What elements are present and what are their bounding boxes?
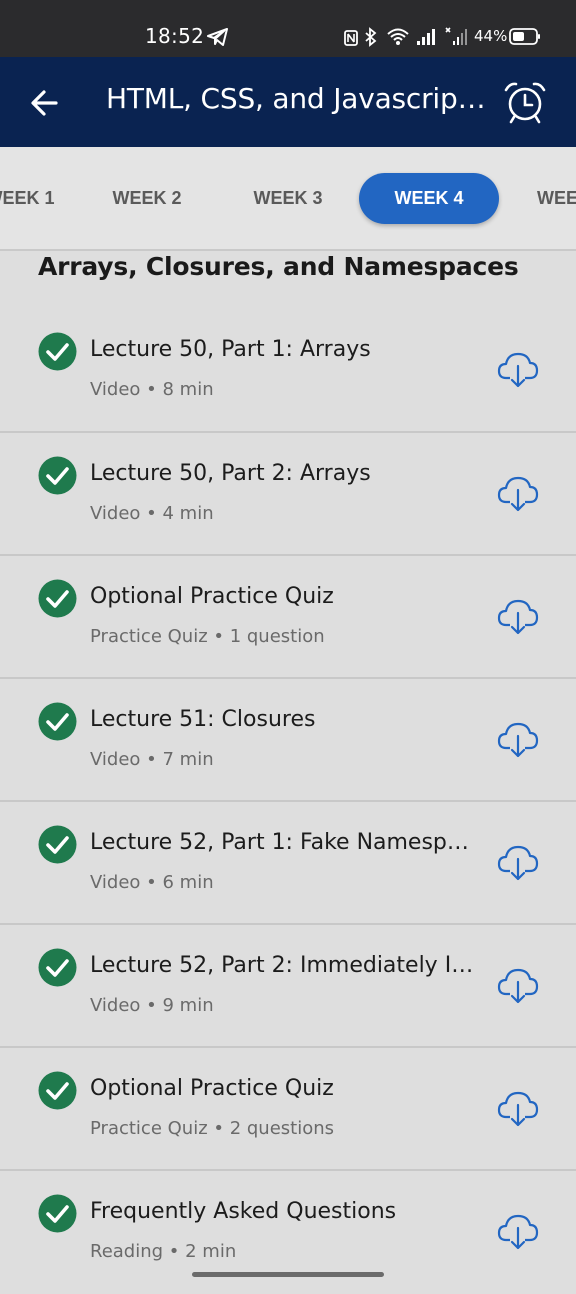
signal-no-sim-icon: [445, 27, 467, 45]
list-item[interactable]: Lecture 50, Part 1: Arrays Video • 8 min: [0, 309, 576, 433]
item-subtitle: Practice Quiz • 1 question: [90, 626, 325, 647]
cloud-download-icon[interactable]: [497, 965, 539, 1005]
list-item[interactable]: Lecture 51: Closures Video • 7 min: [0, 679, 576, 802]
item-title: Lecture 52, Part 2: Immediately Inv...: [90, 953, 480, 978]
battery-percent: 44%: [474, 27, 508, 45]
list-item[interactable]: Optional Practice Quiz Practice Quiz • 1…: [0, 556, 576, 679]
cloud-download-icon[interactable]: [497, 349, 539, 389]
check-circle-icon: [38, 332, 77, 371]
check-circle-icon: [38, 825, 77, 864]
cloud-download-icon[interactable]: [497, 596, 539, 636]
item-subtitle: Practice Quiz • 2 questions: [90, 1118, 335, 1139]
cloud-download-icon[interactable]: [497, 1088, 539, 1128]
item-title: Optional Practice Quiz: [90, 1076, 334, 1101]
item-subtitle: Video • 9 min: [90, 995, 214, 1016]
course-title: HTML, CSS, and Javascript f...: [106, 82, 488, 115]
section-title: Arrays, Closures, and Namespaces: [38, 252, 519, 281]
tab-week-5[interactable]: WEEK 5: [520, 173, 576, 224]
alarm-clock-icon: [504, 82, 546, 124]
item-title: Lecture 52, Part 1: Fake Namespaces: [90, 830, 480, 855]
check-circle-icon: [38, 456, 77, 495]
item-title: Lecture 50, Part 1: Arrays: [90, 337, 371, 362]
check-circle-icon: [38, 1071, 77, 1110]
status-bar: 18:52 44%: [0, 0, 576, 57]
back-button[interactable]: [22, 80, 68, 126]
cloud-download-icon[interactable]: [497, 473, 539, 513]
item-title: Optional Practice Quiz: [90, 584, 334, 609]
item-title: Frequently Asked Questions: [90, 1199, 397, 1224]
tab-week-3[interactable]: WEEK 3: [238, 173, 338, 224]
check-circle-icon: [38, 702, 77, 741]
tab-week-2[interactable]: WEEK 2: [97, 173, 197, 224]
week-tabs: WEEK 1 WEEK 2 WEEK 3 WEEK 4 WEEK 5: [0, 147, 576, 251]
cloud-download-icon[interactable]: [497, 719, 539, 759]
signal-icon: [417, 29, 435, 45]
tab-week-4[interactable]: WEEK 4: [359, 173, 499, 224]
check-circle-icon: [38, 579, 77, 618]
app-bar: HTML, CSS, and Javascript f...: [0, 57, 576, 147]
list-item[interactable]: Lecture 50, Part 2: Arrays Video • 4 min: [0, 433, 576, 556]
cloud-download-icon[interactable]: [497, 842, 539, 882]
tab-week-1[interactable]: WEEK 1: [0, 173, 70, 224]
lesson-list: Lecture 50, Part 1: Arrays Video • 8 min…: [0, 309, 576, 1294]
alarm-button[interactable]: [502, 79, 548, 125]
item-subtitle: Video • 6 min: [90, 872, 214, 893]
check-circle-icon: [38, 948, 77, 987]
item-subtitle: Video • 8 min: [90, 379, 214, 400]
cloud-download-icon[interactable]: [497, 1211, 539, 1251]
list-item[interactable]: Lecture 52, Part 2: Immediately Inv... V…: [0, 925, 576, 1048]
item-subtitle: Video • 4 min: [90, 503, 214, 524]
check-circle-icon: [38, 1194, 77, 1233]
item-title: Lecture 50, Part 2: Arrays: [90, 461, 371, 486]
nfc-icon: [344, 30, 358, 46]
home-indicator[interactable]: [192, 1272, 384, 1277]
wifi-icon: [387, 28, 409, 45]
item-subtitle: Video • 7 min: [90, 749, 214, 770]
item-subtitle: Reading • 2 min: [90, 1241, 237, 1262]
bluetooth-icon: [365, 27, 377, 47]
arrow-left-icon: [31, 90, 58, 116]
item-title: Lecture 51: Closures: [90, 707, 316, 732]
battery-icon: [509, 28, 540, 45]
status-time: 18:52: [145, 24, 205, 48]
list-item[interactable]: Optional Practice Quiz Practice Quiz • 2…: [0, 1048, 576, 1171]
list-item[interactable]: Lecture 52, Part 1: Fake Namespaces Vide…: [0, 802, 576, 925]
telegram-icon: [207, 28, 228, 46]
